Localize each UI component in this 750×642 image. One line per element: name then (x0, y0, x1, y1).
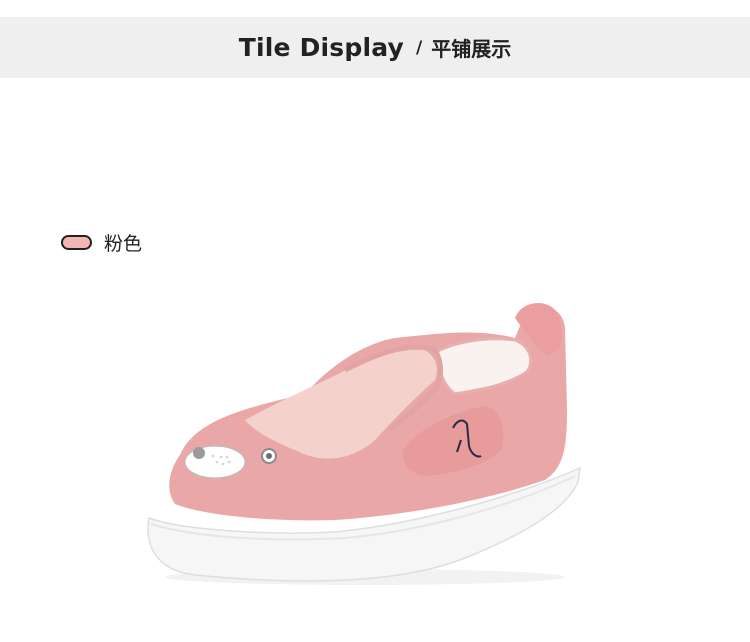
product-detail-section: Tile Display / 平铺展示 粉色 (0, 0, 750, 642)
section-title-bar: Tile Display / 平铺展示 (0, 17, 750, 78)
title-separator: / (416, 37, 423, 58)
shoe-image (147, 303, 581, 585)
color-option: 粉色 (61, 228, 142, 256)
color-swatch (61, 234, 92, 250)
color-label: 粉色 (104, 232, 143, 255)
section-title-english: Tile Display (238, 33, 405, 62)
section-title-chinese: 平铺展示 (431, 37, 512, 61)
